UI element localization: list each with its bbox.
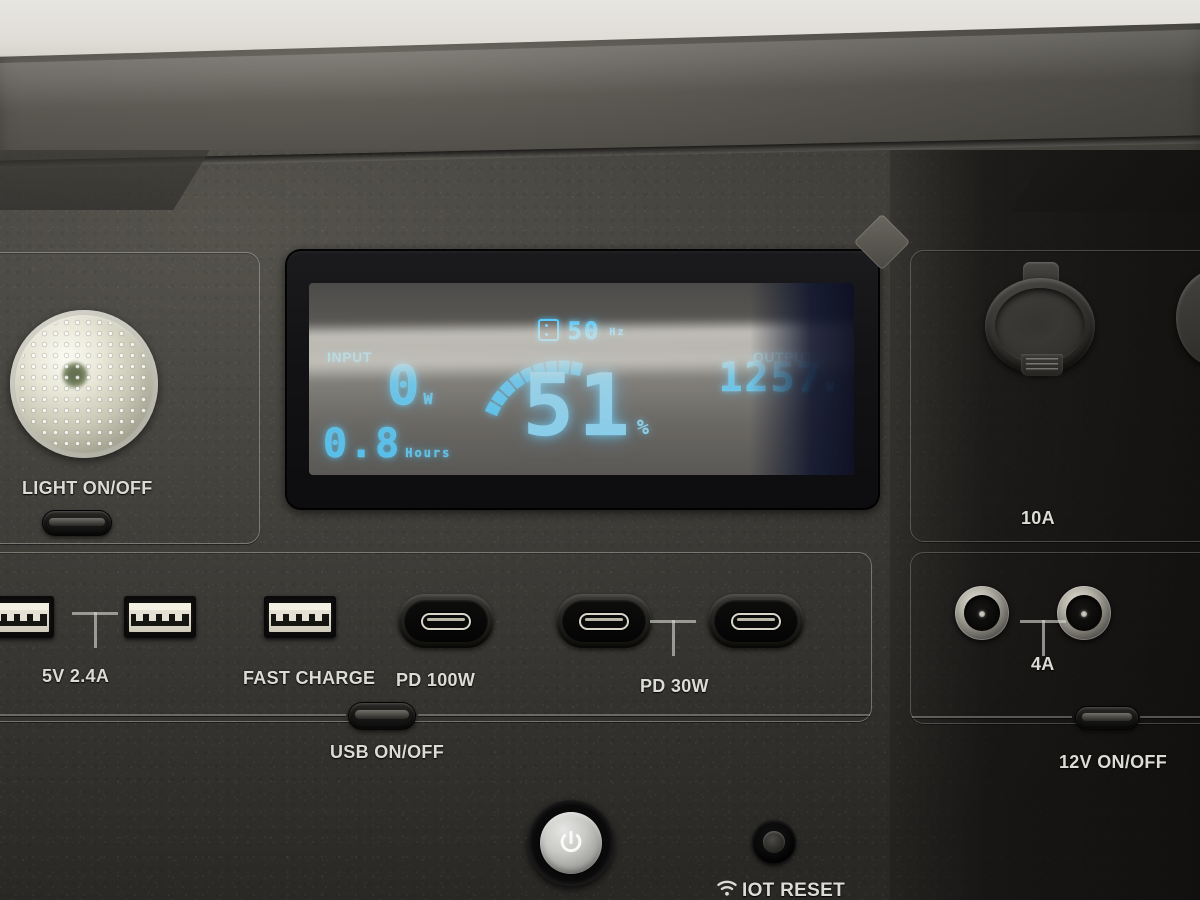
- dc-barrel-jack-1[interactable]: [955, 586, 1009, 640]
- dc-jack-rating-label: 4A: [1031, 654, 1055, 674]
- lcd-screen: 50 Hz INPUT 0 W 0.8 Hours 51 % OUTPUT 12…: [309, 283, 854, 475]
- face-step-left: [0, 150, 210, 210]
- battery-percent-readout: 51 %: [522, 356, 651, 456]
- usb-5v-label: 5V 2.4A: [42, 666, 110, 686]
- dc12v-switch-divider-right: [1140, 716, 1200, 718]
- usb-c-slot: [731, 612, 781, 630]
- usb-a-port-fast-charge[interactable]: [264, 596, 336, 638]
- power-icon: [560, 830, 582, 853]
- output-power-value: 1257: [718, 355, 823, 401]
- usb-onoff-button[interactable]: [348, 702, 416, 730]
- ac-cover-grip: [1021, 354, 1063, 376]
- led-light-core: [62, 362, 89, 389]
- dc12v-onoff-button[interactable]: [1075, 706, 1139, 730]
- power-station-control-panel: 50 Hz INPUT 0 W 0.8 Hours 51 % OUTPUT 12…: [0, 0, 1200, 900]
- light-switch-label: LIGHT ON/OFF: [22, 478, 153, 498]
- iot-reset-pinhole: [763, 831, 785, 853]
- usb-c-slot: [579, 612, 629, 630]
- usb-c-port-pd30w-b[interactable]: [708, 594, 804, 648]
- usb-c-slot: [421, 612, 471, 630]
- usb-a-toplip: [129, 603, 191, 610]
- runtime-value: 0.8: [323, 421, 402, 467]
- usb-a-port-1[interactable]: [0, 596, 54, 638]
- dc-barrel-jack-2[interactable]: [1057, 586, 1111, 640]
- usb-pd100w-label: PD 100W: [396, 670, 476, 690]
- dc12v-switch-divider-left: [912, 716, 1072, 718]
- usb-a-tongue: [131, 614, 189, 626]
- dc12v-onoff-label: 12V ON/OFF: [1059, 752, 1168, 772]
- output-power-readout: 1257 W: [718, 355, 836, 401]
- power-button[interactable]: [528, 800, 614, 886]
- usb-a-tongue: [0, 614, 47, 626]
- usb-c-port-pd30w-a[interactable]: [556, 594, 652, 648]
- usb-c-port-pd100w[interactable]: [398, 594, 494, 648]
- usb-switch-divider-left: [0, 714, 346, 716]
- usb-fast-charge-label: FAST CHARGE: [243, 668, 376, 688]
- input-power-unit: W: [423, 390, 435, 408]
- iot-reset-button[interactable]: [752, 820, 796, 864]
- input-power-readout: 0 W: [387, 354, 435, 417]
- usb-pd30w-label: PD 30W: [640, 676, 709, 696]
- lcd-display-bezel: 50 Hz INPUT 0 W 0.8 Hours 51 % OUTPUT 12…: [285, 249, 880, 510]
- ac-outlet-rubber-cover[interactable]: [985, 262, 1095, 376]
- iot-reset-label: IOT RESET: [742, 880, 845, 900]
- runtime-readout: 0.8 Hours: [323, 421, 452, 467]
- ac-outlet-rating-label: 10A: [1021, 508, 1055, 528]
- ac-cover-face: [995, 288, 1085, 364]
- usb-a-port-2[interactable]: [124, 596, 196, 638]
- dc-jack-pin: [979, 610, 985, 617]
- output-power-unit: W: [826, 380, 836, 394]
- light-onoff-button[interactable]: [42, 510, 112, 536]
- dc-jack-pin: [1081, 610, 1087, 617]
- usb-onoff-label: USB ON/OFF: [330, 742, 444, 762]
- usb-a-toplip: [269, 603, 331, 610]
- power-button-cap: [540, 812, 602, 874]
- wifi-icon: [717, 880, 737, 896]
- input-power-value: 0: [387, 354, 422, 417]
- input-label: INPUT: [327, 349, 372, 365]
- usb-a-tongue: [271, 614, 329, 626]
- battery-percent-value: 51: [522, 356, 634, 456]
- usb-a-toplip: [0, 603, 49, 610]
- dc-jack-bore: [1066, 595, 1102, 631]
- led-light-lens: [10, 310, 158, 458]
- runtime-unit: Hours: [405, 446, 452, 460]
- dc-jack-bore: [964, 595, 1000, 631]
- usb-switch-divider-right: [418, 714, 870, 716]
- battery-percent-unit: %: [636, 415, 651, 439]
